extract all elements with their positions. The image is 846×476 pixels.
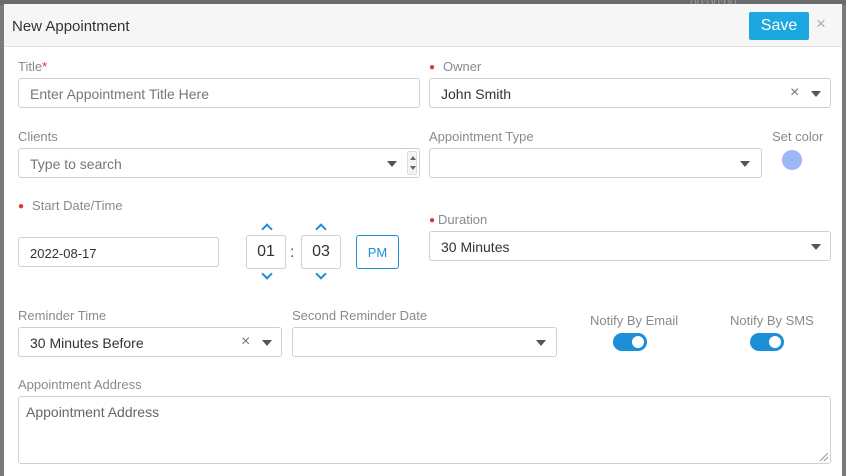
notify-email-label: Notify By Email <box>590 313 679 328</box>
dialog-header: New Appointment Save × <box>4 4 842 47</box>
second-reminder-label: Second Reminder Date <box>292 308 428 323</box>
title-label: Title* <box>18 59 47 74</box>
owner-label: ● Owner <box>429 59 481 74</box>
address-textarea[interactable]: Appointment Address <box>18 396 831 464</box>
clients-label: Clients <box>18 129 58 144</box>
spinner-up-icon[interactable] <box>410 156 416 160</box>
reminder-time-value: 30 Minutes Before <box>30 335 144 351</box>
reminder-time-label: Reminder Time <box>18 308 107 323</box>
clients-search-input[interactable]: Type to search <box>18 148 420 178</box>
close-icon[interactable]: × <box>816 15 826 32</box>
color-picker-swatch[interactable] <box>782 150 802 170</box>
address-placeholder: Appointment Address <box>26 404 160 420</box>
meridiem-toggle-button[interactable]: PM <box>356 235 399 269</box>
caret-down-icon[interactable] <box>811 91 821 97</box>
appointment-type-select[interactable] <box>429 148 762 178</box>
duration-select[interactable]: 30 Minutes <box>429 231 831 261</box>
title-label-text: Title <box>18 59 43 74</box>
duration-label-text: Duration <box>438 212 488 227</box>
start-datetime-label-text: Start Date/Time <box>32 198 123 213</box>
minute-input[interactable]: 03 <box>301 235 341 269</box>
reminder-time-select[interactable]: 30 Minutes Before × <box>18 327 282 357</box>
caret-down-icon[interactable] <box>262 340 272 346</box>
owner-value: John Smith <box>441 86 512 102</box>
toggle-knob <box>632 336 644 348</box>
address-label: Appointment Address <box>18 377 142 392</box>
new-appointment-dialog: New Appointment Save × Title* Enter Appo… <box>4 4 842 476</box>
hour-up-chevron-icon[interactable] <box>261 223 273 235</box>
toggle-knob <box>769 336 781 348</box>
appointment-type-label: Appointment Type <box>429 129 534 144</box>
spinner-icon[interactable] <box>407 151 417 175</box>
start-date-value: 2022-08-17 <box>30 246 97 261</box>
resize-grip-icon[interactable] <box>820 453 828 461</box>
caret-down-icon[interactable] <box>387 161 397 167</box>
caret-down-icon[interactable] <box>811 244 821 250</box>
clear-icon[interactable]: × <box>790 84 799 102</box>
owner-label-text: Owner <box>443 59 482 74</box>
notify-email-toggle[interactable] <box>613 333 647 351</box>
caret-down-icon[interactable] <box>740 161 750 167</box>
dialog-title: New Appointment <box>12 18 130 35</box>
time-separator: : <box>290 244 295 261</box>
owner-select[interactable]: John Smith × <box>429 78 831 108</box>
save-button[interactable]: Save <box>749 12 809 40</box>
start-date-input[interactable]: 2022-08-17 <box>18 237 219 267</box>
hour-down-chevron-icon[interactable] <box>261 268 273 280</box>
duration-value: 30 Minutes <box>441 239 510 255</box>
notify-sms-label: Notify By SMS <box>730 313 814 328</box>
title-input[interactable]: Enter Appointment Title Here <box>18 78 420 108</box>
required-dot-icon: ● <box>18 201 25 212</box>
duration-label: ● Duration <box>429 212 487 227</box>
caret-down-icon[interactable] <box>536 340 546 346</box>
minute-down-chevron-icon[interactable] <box>315 268 327 280</box>
minute-up-chevron-icon[interactable] <box>315 223 327 235</box>
required-asterisk: * <box>42 59 48 74</box>
set-color-label: Set color <box>772 129 824 144</box>
spinner-down-icon[interactable] <box>410 166 416 170</box>
clients-placeholder: Type to search <box>30 156 122 172</box>
title-placeholder: Enter Appointment Title Here <box>30 86 209 102</box>
required-dot-icon: ● <box>429 215 436 226</box>
clear-icon[interactable]: × <box>241 333 250 351</box>
required-dot-icon: ● <box>429 62 436 73</box>
notify-sms-toggle[interactable] <box>750 333 784 351</box>
hour-input[interactable]: 01 <box>246 235 286 269</box>
second-reminder-select[interactable] <box>292 327 557 357</box>
start-datetime-label: ● Start Date/Time <box>18 198 123 213</box>
